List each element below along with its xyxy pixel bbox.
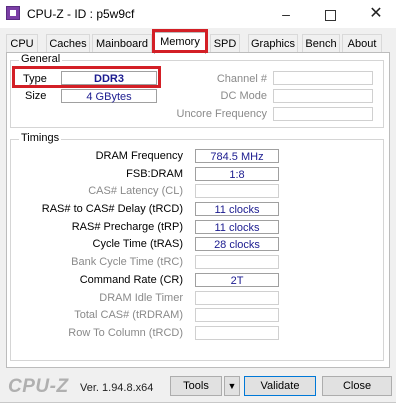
general-group-title: General	[19, 53, 63, 65]
close-icon: ✕	[369, 5, 383, 22]
memory-panel: General Type DDR3 Size 4 GBytes Channel …	[6, 52, 390, 368]
tab-cpu[interactable]: CPU	[6, 34, 38, 52]
row-to-column-value	[195, 326, 279, 340]
trcd-value: 11 clocks	[195, 202, 279, 216]
window-title: CPU-Z - ID : p5w9cf	[27, 7, 135, 21]
tab-caches[interactable]: Caches	[46, 34, 90, 52]
type-row-highlight	[12, 66, 161, 88]
maximize-icon	[324, 9, 336, 21]
cpuz-app-icon	[6, 6, 20, 20]
dc-mode-value	[273, 89, 373, 103]
tras-label: Cycle Time (tRAS)	[92, 238, 183, 250]
cas-latency-value	[195, 184, 279, 198]
timings-group-title: Timings	[19, 132, 62, 144]
size-label: Size	[25, 90, 47, 102]
cpuz-brand-logo: CPU-Z	[8, 376, 69, 397]
channel-value	[273, 71, 373, 85]
fsb-dram-value: 1:8	[195, 167, 279, 181]
maximize-button[interactable]	[310, 4, 350, 24]
dram-frequency-label: DRAM Frequency	[95, 150, 183, 162]
row-to-column-label: Row To Column (tRCD)	[68, 327, 183, 339]
uncore-frequency-value	[273, 107, 373, 121]
uncore-frequency-label: Uncore Frequency	[176, 108, 268, 120]
background-window-edge	[0, 402, 396, 410]
dram-idle-timer-label: DRAM Idle Timer	[99, 292, 183, 304]
close-window-button[interactable]: ✕	[356, 4, 396, 24]
channel-label: Channel #	[216, 73, 267, 85]
validate-button[interactable]: Validate	[244, 376, 316, 396]
cas-latency-label: CAS# Latency (CL)	[88, 185, 183, 197]
close-button[interactable]: Close	[322, 376, 392, 396]
tools-button[interactable]: Tools	[170, 376, 222, 396]
tab-spd[interactable]: SPD	[210, 34, 240, 52]
minimize-icon: –	[282, 6, 290, 22]
memory-tab-highlight	[152, 29, 208, 53]
minimize-button[interactable]: –	[266, 4, 306, 24]
tab-graphics[interactable]: Graphics	[248, 34, 298, 52]
command-rate-label: Command Rate (CR)	[79, 274, 183, 286]
trcd-label: RAS# to CAS# Delay (tRCD)	[41, 203, 183, 215]
trp-value: 11 clocks	[195, 220, 279, 234]
fsb-dram-label: FSB:DRAM	[126, 168, 183, 180]
timings-group: Timings DRAM Frequency 784.5 MHz FSB:DRA…	[10, 132, 384, 361]
tools-dropdown-button[interactable]: ▼	[224, 376, 240, 396]
trc-value	[195, 255, 279, 269]
version-label: Ver. 1.94.8.x64	[80, 382, 154, 394]
tras-value: 28 clocks	[195, 237, 279, 251]
dc-mode-label: DC Mode	[220, 90, 267, 102]
trc-label: Bank Cycle Time (tRC)	[71, 256, 183, 268]
total-cas-label: Total CAS# (tRDRAM)	[74, 309, 183, 321]
cpuz-window: CPU-Z - ID : p5w9cf – ✕ CPU Caches Mainb…	[0, 0, 396, 410]
total-cas-value	[195, 308, 279, 322]
tab-bench[interactable]: Bench	[302, 34, 340, 52]
footer-bar: CPU-Z Ver. 1.94.8.x64 Tools ▼ Validate C…	[0, 370, 396, 402]
dram-frequency-value: 784.5 MHz	[195, 149, 279, 163]
triangle-down-icon: ▼	[227, 381, 237, 391]
tab-about[interactable]: About	[342, 34, 382, 52]
size-value: 4 GBytes	[61, 89, 157, 103]
title-bar: CPU-Z - ID : p5w9cf – ✕	[0, 0, 396, 28]
trp-label: RAS# Precharge (tRP)	[71, 221, 183, 233]
command-rate-value: 2T	[195, 273, 279, 287]
tab-mainboard[interactable]: Mainboard	[92, 34, 152, 52]
dram-idle-timer-value	[195, 291, 279, 305]
